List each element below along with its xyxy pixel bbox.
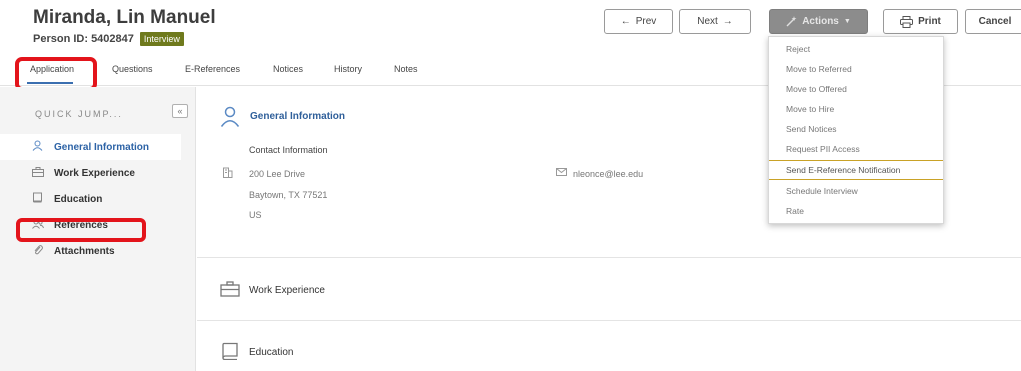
menu-item-move-to-hire[interactable]: Move to Hire [769,99,943,119]
sidebar-item-label: Work Experience [54,167,135,179]
cancel-button[interactable]: Cancel [965,9,1021,34]
address-line-1: 200 Lee Drive [249,169,306,179]
work-experience-title: Work Experience [249,285,325,296]
person-id-row: Person ID: 5402847 Interview [33,32,184,46]
address-line-2: Baytown, TX 77521 [249,190,328,200]
briefcase-icon [220,281,240,297]
tab-history[interactable]: History [334,64,362,74]
prev-button[interactable]: ← Prev [604,9,673,34]
general-information-title: General Information [250,111,346,122]
book-icon [31,192,44,206]
menu-item-request-pii-access[interactable]: Request PII Access [769,139,943,159]
person-id: Person ID: 5402847 [33,33,134,45]
tab-e-references[interactable]: E-References [185,64,240,74]
menu-item-move-to-offered[interactable]: Move to Offered [769,79,943,99]
sidebar-item-general-information[interactable]: General Information [0,134,181,160]
next-button[interactable]: Next → [679,9,751,34]
actions-label: Actions [802,16,839,27]
sidebar-item-label: General Information [54,141,150,153]
section-divider [197,257,1021,258]
menu-item-rate[interactable]: Rate [769,201,943,221]
tab-notices[interactable]: Notices [273,64,303,74]
tab-questions[interactable]: Questions [112,64,153,74]
actions-dropdown-menu: Reject Move to Referred Move to Offered … [768,36,944,224]
tab-notes[interactable]: Notes [394,64,418,74]
prev-label: Prev [635,16,657,27]
mail-icon [556,168,567,176]
email-value[interactable]: nleonce@lee.edu [573,169,643,179]
paperclip-icon [31,244,44,258]
building-icon [223,167,233,178]
menu-item-send-notices[interactable]: Send Notices [769,119,943,139]
annotation-highlight-application [15,57,97,91]
sidebar-item-work-experience[interactable]: Work Experience [0,160,181,186]
menu-item-schedule-interview[interactable]: Schedule Interview [769,181,943,201]
print-label: Print [918,16,941,27]
menu-item-move-to-referred[interactable]: Move to Referred [769,59,943,79]
chevron-down-icon: ▼ [843,18,851,25]
person-icon [220,106,240,127]
section-divider [197,320,1021,321]
menu-item-reject[interactable]: Reject [769,39,943,59]
education-title: Education [249,347,294,358]
collapse-sidebar-button[interactable]: « [172,104,188,118]
arrow-right-icon: → [722,16,733,27]
annotation-highlight-references [16,218,146,242]
address-line-3: US [249,210,262,220]
magic-wand-icon [786,16,797,27]
person-icon [31,140,44,154]
status-badge: Interview [139,32,184,46]
actions-button[interactable]: Actions ▼ [769,9,868,34]
next-label: Next [697,16,718,27]
contact-information-label: Contact Information [249,145,328,155]
sidebar-item-education[interactable]: Education [0,186,181,212]
menu-item-send-e-reference-notification[interactable]: Send E-Reference Notification [769,160,943,180]
arrow-left-icon: ← [620,16,631,27]
book-icon [222,342,238,360]
printer-icon [900,15,914,28]
briefcase-icon [31,166,44,180]
sidebar-item-label: Attachments [54,245,115,257]
quick-jump-heading: QUICK JUMP... [35,109,123,119]
print-button[interactable]: Print [883,9,958,34]
sidebar-item-label: Education [54,193,103,205]
candidate-name: Miranda, Lin Manuel [33,7,216,28]
